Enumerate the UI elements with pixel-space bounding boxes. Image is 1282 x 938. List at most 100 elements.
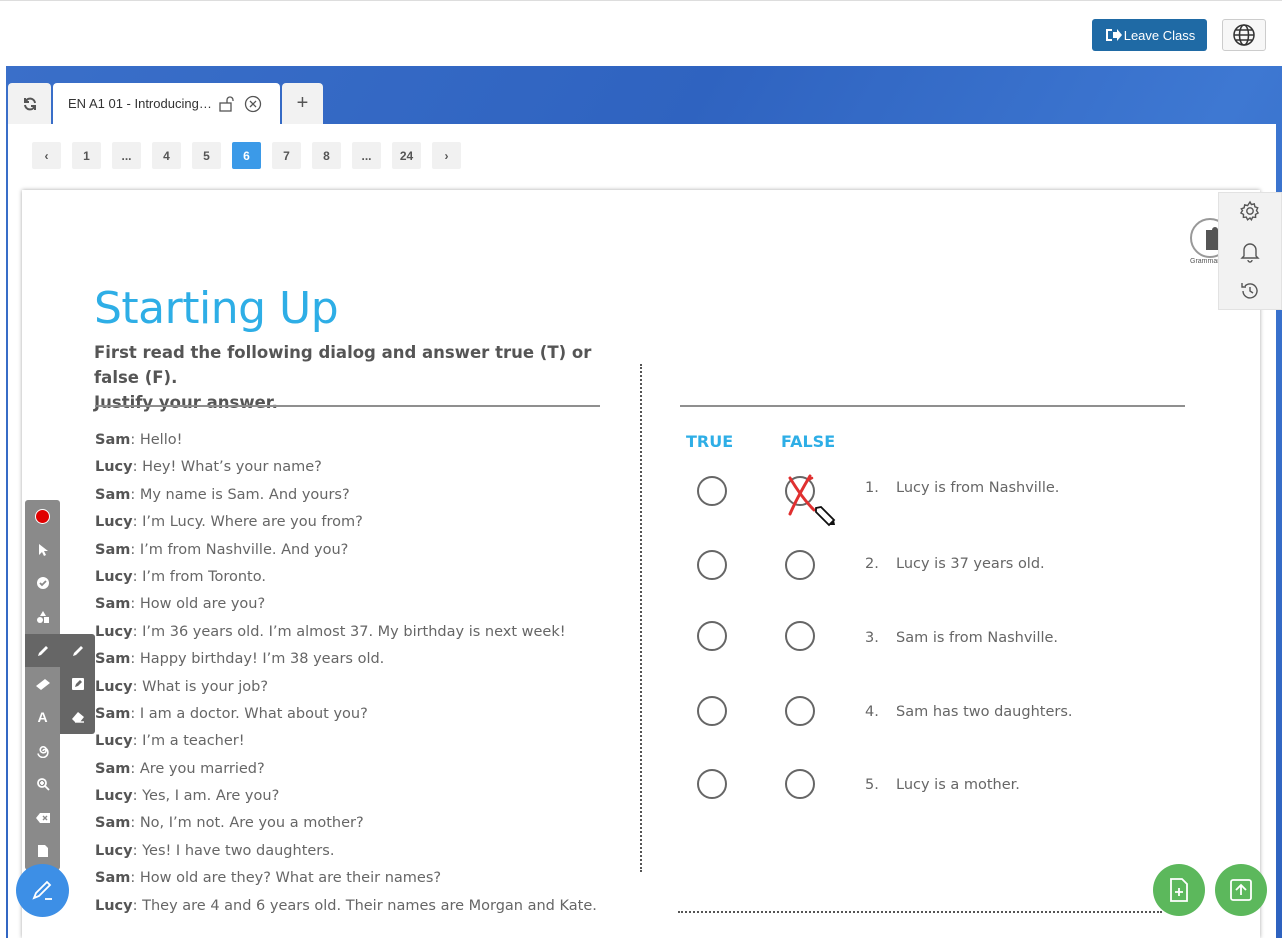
dialog-line: Sam: How old are you? [95,596,597,623]
false-radio[interactable] [785,696,815,726]
tab-lesson-title: EN A1 01 - Introducing Yourself [68,96,214,111]
page-button[interactable]: 7 [272,142,301,169]
dialog-text: : What is your job? [132,678,269,695]
add-page-button[interactable] [1153,864,1205,916]
page-button-active[interactable]: 6 [232,142,261,169]
instruction-line: Justify your answer. [94,393,278,412]
draw-toggle-button[interactable] [16,864,69,917]
highlighter-icon [71,677,84,690]
ruler-tool[interactable] [25,667,60,700]
refresh-tab-button[interactable] [8,83,51,124]
dialog-speaker: Lucy [95,842,133,859]
upload-icon [1230,879,1252,901]
dialog-line: Sam: No, I’m not. Are you a mother? [95,815,597,842]
settings-button[interactable] [1218,192,1282,230]
zoom-tool[interactable] [25,767,60,800]
dialog-text: : Hello! [130,432,183,448]
dialog-speaker: Sam [95,486,131,503]
page-button[interactable]: 24 [392,142,421,169]
dialog-line: Lucy: I’m from Toronto. [95,569,597,596]
close-tab-icon[interactable] [244,95,262,113]
pen-icon [72,645,83,656]
page-button[interactable]: 8 [312,142,341,169]
page-button[interactable]: 1 [72,142,101,169]
dialog-line: Sam: Hello! [95,432,597,459]
add-tab-button[interactable]: + [282,83,323,124]
dialog-text: : Yes! I have two daughters. [132,842,335,859]
page-ellipsis[interactable]: ... [112,142,141,169]
prev-page-button[interactable]: ‹ [32,142,61,169]
spiral-icon [36,745,49,758]
dialog-line: Lucy: They are 4 and 6 years old. Their … [95,898,597,925]
dialog-text: : How old are they? What are their names… [130,870,442,887]
pencil-tool[interactable] [25,634,60,667]
dialog-line: Lucy: Yes! I have two daughters. [95,843,597,870]
notifications-button[interactable] [1218,233,1282,271]
dialog-speaker: Lucy [95,897,133,914]
dialog-text: : How old are you? [130,596,266,613]
false-radio[interactable] [785,621,815,651]
tab-lesson[interactable]: EN A1 01 - Introducing Yourself [53,83,280,124]
spiral-tool[interactable] [25,734,60,767]
dialog-text: : No, I’m not. Are you a mother? [130,815,364,832]
pen-tool[interactable] [60,634,95,667]
dialog-line: Lucy: Hey! What’s your name? [95,459,597,486]
dialog-speaker: Lucy [95,459,133,476]
check-tool[interactable] [25,566,60,599]
document-tool[interactable] [25,834,60,867]
true-radio[interactable] [697,476,727,506]
true-radio[interactable] [697,696,727,726]
globe-icon [1233,24,1255,46]
dialog-speaker: Sam [95,432,131,448]
dialog-line: Lucy: I’m a teacher! [95,733,597,760]
zoom-icon [36,777,50,791]
unlock-icon[interactable] [218,95,238,112]
page-ellipsis[interactable]: ... [352,142,381,169]
upload-button[interactable] [1215,864,1267,916]
pencil-icon [31,880,52,900]
highlighter-tool[interactable] [60,667,95,700]
instruction-line: First read the following dialog and answ… [94,343,592,387]
dialog-speaker: Sam [95,705,131,722]
shapes-tool[interactable] [25,600,60,633]
dialog-text: : I am a doctor. What about you? [130,705,368,722]
top-bar: Leave Class [0,0,1282,67]
statement: 2. Lucy is 37 years old. [865,556,1045,572]
refresh-icon [23,97,36,110]
text-tool[interactable]: A [25,700,60,733]
check-circle-icon [36,576,49,589]
dialog-speaker: Sam [95,760,131,777]
language-button[interactable] [1222,19,1266,51]
dialog-text: : Hey! What’s your name? [132,459,322,476]
true-radio[interactable] [697,769,727,799]
true-radio[interactable] [697,621,727,651]
delete-tool[interactable] [25,801,60,834]
pointer-tool[interactable] [25,533,60,566]
backspace-icon [35,812,50,823]
false-radio[interactable] [785,550,815,580]
true-radio[interactable] [697,550,727,580]
dialog-text: : I’m Lucy. Where are you from? [132,514,363,531]
eraser-tool[interactable] [60,700,95,733]
dialog-line: Lucy: I’m Lucy. Where are you from? [95,514,597,541]
dialog-text: : Yes, I am. Are you? [132,788,280,805]
statement: 5. Lucy is a mother. [865,777,1020,793]
dialog-line: Lucy: Yes, I am. Are you? [95,788,597,815]
pencil-icon [37,645,48,656]
history-button[interactable] [1218,272,1282,310]
dialog-speaker: Sam [95,651,131,668]
dialog-line: Sam: Are you married? [95,761,597,788]
red-dot-icon [35,509,50,524]
leave-class-button[interactable]: Leave Class [1092,19,1207,51]
page-button[interactable]: 5 [192,142,221,169]
dialog-line: Sam: My name is Sam. And yours? [95,487,597,514]
next-page-button[interactable]: › [432,142,461,169]
dialog-speaker: Lucy [95,788,133,805]
color-picker-button[interactable] [25,500,60,533]
dialog-text: : I’m from Toronto. [132,568,266,585]
eraser-icon [71,711,84,723]
false-radio[interactable] [785,769,815,799]
page-button[interactable]: 4 [152,142,181,169]
dialog-text: : I’m 36 years old. I’m almost 37. My bi… [132,623,566,640]
false-column-header: FALSE [781,432,836,451]
